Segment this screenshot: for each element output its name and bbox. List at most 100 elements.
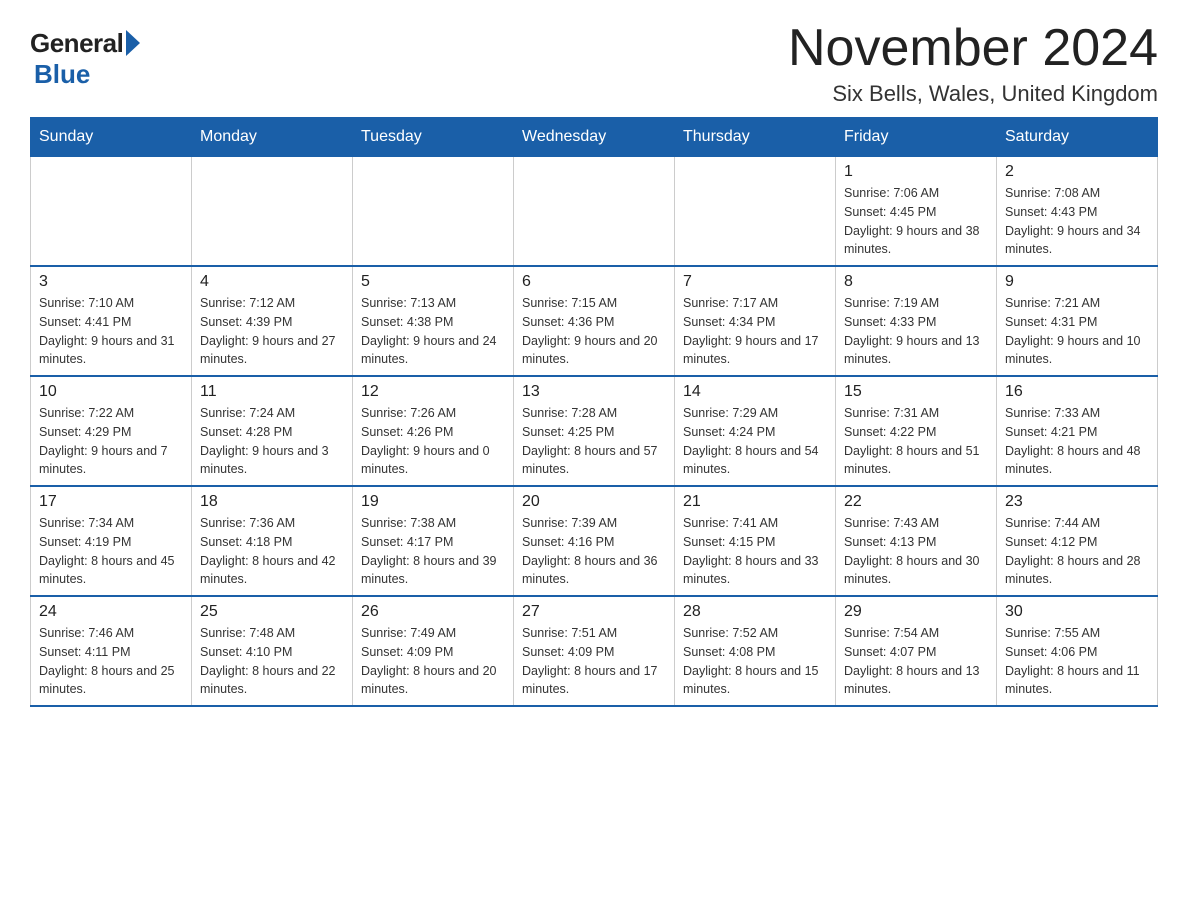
calendar-cell xyxy=(675,157,836,267)
day-of-week-header: Tuesday xyxy=(353,118,514,157)
calendar-cell: 3Sunrise: 7:10 AM Sunset: 4:41 PM Daylig… xyxy=(31,266,192,376)
day-of-week-header: Sunday xyxy=(31,118,192,157)
day-number: 7 xyxy=(683,273,827,291)
calendar-cell: 11Sunrise: 7:24 AM Sunset: 4:28 PM Dayli… xyxy=(192,376,353,486)
day-info: Sunrise: 7:13 AM Sunset: 4:38 PM Dayligh… xyxy=(361,294,505,369)
logo-arrow-icon xyxy=(126,30,140,56)
day-number: 28 xyxy=(683,603,827,621)
day-number: 11 xyxy=(200,383,344,401)
day-number: 14 xyxy=(683,383,827,401)
day-info: Sunrise: 7:28 AM Sunset: 4:25 PM Dayligh… xyxy=(522,404,666,479)
title-block: November 2024 Six Bells, Wales, United K… xyxy=(788,20,1158,107)
day-number: 1 xyxy=(844,163,988,181)
day-info: Sunrise: 7:17 AM Sunset: 4:34 PM Dayligh… xyxy=(683,294,827,369)
day-number: 5 xyxy=(361,273,505,291)
day-number: 21 xyxy=(683,493,827,511)
calendar-cell: 4 Sunrise: 7:12 AM Sunset: 4:39 PM Daylig… xyxy=(192,266,353,376)
calendar-cell xyxy=(514,157,675,267)
day-number: 2 xyxy=(1005,163,1149,181)
calendar-cell: 26 Sunrise: 7:49 AM Sunset: 4:09 PM Dayli… xyxy=(353,596,514,706)
calendar-cell: 25 Sunrise: 7:48 AM Sunset: 4:10 PM Dayli… xyxy=(192,596,353,706)
page-header: General Blue November 2024 Six Bells, Wa… xyxy=(30,20,1158,107)
day-info: Sunrise: 7:21 AM Sunset: 4:31 PM Dayligh… xyxy=(1005,294,1149,369)
calendar-cell xyxy=(353,157,514,267)
days-of-week-row: SundayMondayTuesdayWednesdayThursdayFrid… xyxy=(31,118,1158,157)
day-number: 27 xyxy=(522,603,666,621)
day-number: 13 xyxy=(522,383,666,401)
calendar-cell: 5 Sunrise: 7:13 AM Sunset: 4:38 PM Daylig… xyxy=(353,266,514,376)
day-number: 20 xyxy=(522,493,666,511)
day-number: 8 xyxy=(844,273,988,291)
calendar-cell: 9 Sunrise: 7:21 AM Sunset: 4:31 PM Daylig… xyxy=(997,266,1158,376)
day-number: 24 xyxy=(39,603,183,621)
calendar-cell: 13 Sunrise: 7:28 AM Sunset: 4:25 PM Dayli… xyxy=(514,376,675,486)
day-info: Sunrise: 7:41 AM Sunset: 4:15 PM Dayligh… xyxy=(683,514,827,589)
day-number: 10 xyxy=(39,383,183,401)
day-info: Sunrise: 7:12 AM Sunset: 4:39 PM Dayligh… xyxy=(200,294,344,369)
day-number: 9 xyxy=(1005,273,1149,291)
calendar-cell: 23 Sunrise: 7:44 AM Sunset: 4:12 PM Dayli… xyxy=(997,486,1158,596)
day-of-week-header: Wednesday xyxy=(514,118,675,157)
day-number: 29 xyxy=(844,603,988,621)
calendar-cell: 28Sunrise: 7:52 AM Sunset: 4:08 PM Dayli… xyxy=(675,596,836,706)
day-number: 18 xyxy=(200,493,344,511)
calendar-cell: 2 Sunrise: 7:08 AM Sunset: 4:43 PM Daylig… xyxy=(997,157,1158,267)
day-of-week-header: Friday xyxy=(836,118,997,157)
calendar-cell: 27Sunrise: 7:51 AM Sunset: 4:09 PM Dayli… xyxy=(514,596,675,706)
calendar-cell: 6Sunrise: 7:15 AM Sunset: 4:36 PM Daylig… xyxy=(514,266,675,376)
calendar-cell: 17Sunrise: 7:34 AM Sunset: 4:19 PM Dayli… xyxy=(31,486,192,596)
calendar-week-row: 24 Sunrise: 7:46 AM Sunset: 4:11 PM Dayli… xyxy=(31,596,1158,706)
calendar-cell: 22 Sunrise: 7:43 AM Sunset: 4:13 PM Dayli… xyxy=(836,486,997,596)
day-info: Sunrise: 7:48 AM Sunset: 4:10 PM Dayligh… xyxy=(200,624,344,699)
calendar-cell: 8 Sunrise: 7:19 AM Sunset: 4:33 PM Daylig… xyxy=(836,266,997,376)
calendar-cell: 24 Sunrise: 7:46 AM Sunset: 4:11 PM Dayli… xyxy=(31,596,192,706)
day-info: Sunrise: 7:44 AM Sunset: 4:12 PM Dayligh… xyxy=(1005,514,1149,589)
calendar-cell: 15Sunrise: 7:31 AM Sunset: 4:22 PM Dayli… xyxy=(836,376,997,486)
day-info: Sunrise: 7:10 AM Sunset: 4:41 PM Dayligh… xyxy=(39,294,183,369)
day-info: Sunrise: 7:55 AM Sunset: 4:06 PM Dayligh… xyxy=(1005,624,1149,699)
day-of-week-header: Saturday xyxy=(997,118,1158,157)
calendar-cell: 14Sunrise: 7:29 AM Sunset: 4:24 PM Dayli… xyxy=(675,376,836,486)
day-number: 25 xyxy=(200,603,344,621)
day-info: Sunrise: 7:46 AM Sunset: 4:11 PM Dayligh… xyxy=(39,624,183,699)
calendar-cell: 21 Sunrise: 7:41 AM Sunset: 4:15 PM Dayli… xyxy=(675,486,836,596)
calendar-table: SundayMondayTuesdayWednesdayThursdayFrid… xyxy=(30,117,1158,707)
day-number: 16 xyxy=(1005,383,1149,401)
day-info: Sunrise: 7:06 AM Sunset: 4:45 PM Dayligh… xyxy=(844,184,988,259)
day-number: 23 xyxy=(1005,493,1149,511)
calendar-cell: 16 Sunrise: 7:33 AM Sunset: 4:21 PM Dayli… xyxy=(997,376,1158,486)
calendar-week-row: 17Sunrise: 7:34 AM Sunset: 4:19 PM Dayli… xyxy=(31,486,1158,596)
day-number: 12 xyxy=(361,383,505,401)
calendar-cell: 20 Sunrise: 7:39 AM Sunset: 4:16 PM Dayli… xyxy=(514,486,675,596)
calendar-cell: 12 Sunrise: 7:26 AM Sunset: 4:26 PM Dayli… xyxy=(353,376,514,486)
day-info: Sunrise: 7:22 AM Sunset: 4:29 PM Dayligh… xyxy=(39,404,183,479)
day-info: Sunrise: 7:19 AM Sunset: 4:33 PM Dayligh… xyxy=(844,294,988,369)
calendar-cell xyxy=(31,157,192,267)
day-info: Sunrise: 7:26 AM Sunset: 4:26 PM Dayligh… xyxy=(361,404,505,479)
calendar-cell: 7 Sunrise: 7:17 AM Sunset: 4:34 PM Daylig… xyxy=(675,266,836,376)
day-number: 30 xyxy=(1005,603,1149,621)
calendar-cell: 30 Sunrise: 7:55 AM Sunset: 4:06 PM Dayli… xyxy=(997,596,1158,706)
day-number: 22 xyxy=(844,493,988,511)
day-info: Sunrise: 7:08 AM Sunset: 4:43 PM Dayligh… xyxy=(1005,184,1149,259)
day-info: Sunrise: 7:38 AM Sunset: 4:17 PM Dayligh… xyxy=(361,514,505,589)
day-number: 6 xyxy=(522,273,666,291)
calendar-cell: 19Sunrise: 7:38 AM Sunset: 4:17 PM Dayli… xyxy=(353,486,514,596)
calendar-cell: 1 Sunrise: 7:06 AM Sunset: 4:45 PM Daylig… xyxy=(836,157,997,267)
day-number: 15 xyxy=(844,383,988,401)
calendar-week-row: 1 Sunrise: 7:06 AM Sunset: 4:45 PM Daylig… xyxy=(31,157,1158,267)
day-info: Sunrise: 7:33 AM Sunset: 4:21 PM Dayligh… xyxy=(1005,404,1149,479)
day-info: Sunrise: 7:39 AM Sunset: 4:16 PM Dayligh… xyxy=(522,514,666,589)
day-of-week-header: Thursday xyxy=(675,118,836,157)
day-number: 4 xyxy=(200,273,344,291)
calendar-header: SundayMondayTuesdayWednesdayThursdayFrid… xyxy=(31,118,1158,157)
day-of-week-header: Monday xyxy=(192,118,353,157)
calendar-week-row: 3Sunrise: 7:10 AM Sunset: 4:41 PM Daylig… xyxy=(31,266,1158,376)
day-info: Sunrise: 7:49 AM Sunset: 4:09 PM Dayligh… xyxy=(361,624,505,699)
day-info: Sunrise: 7:43 AM Sunset: 4:13 PM Dayligh… xyxy=(844,514,988,589)
day-number: 26 xyxy=(361,603,505,621)
logo-blue-text: Blue xyxy=(34,59,90,90)
calendar-week-row: 10 Sunrise: 7:22 AM Sunset: 4:29 PM Dayli… xyxy=(31,376,1158,486)
calendar-cell: 18Sunrise: 7:36 AM Sunset: 4:18 PM Dayli… xyxy=(192,486,353,596)
calendar-cell xyxy=(192,157,353,267)
